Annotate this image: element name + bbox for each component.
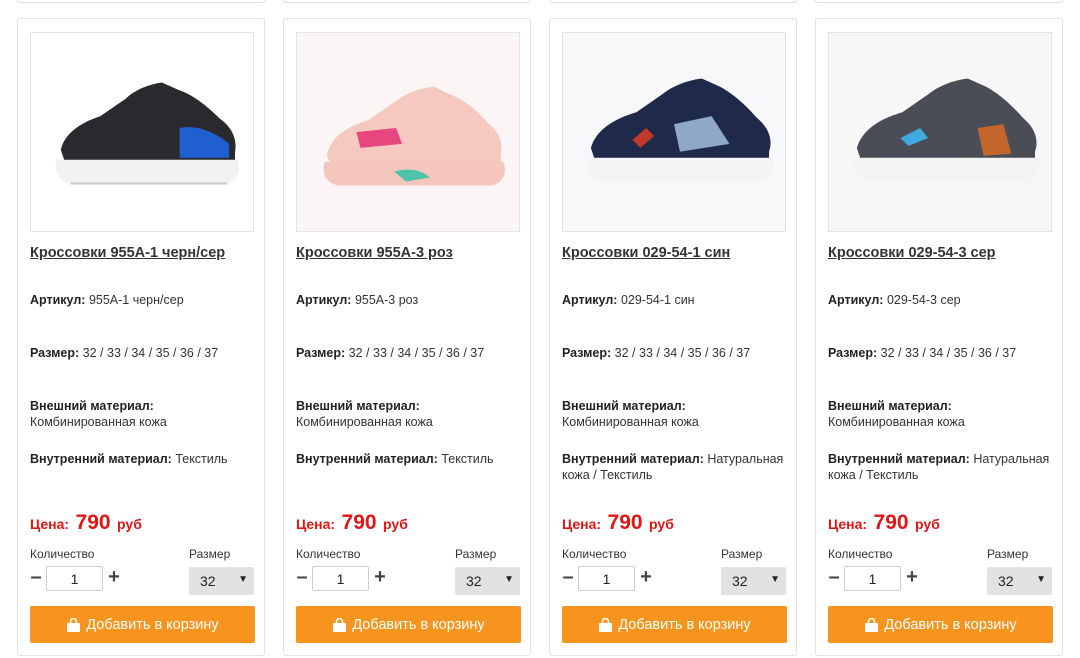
add-to-cart-label: Добавить в корзину: [86, 616, 219, 633]
caret-down-icon: ▼: [238, 574, 248, 585]
product-sizes: Размер: 32 / 33 / 34 / 35 / 36 / 37: [562, 346, 751, 360]
product-card: Кроссовки 029-54-3 сер Артикул: 029-54-3…: [815, 18, 1063, 656]
product-image[interactable]: [30, 32, 254, 232]
size-label: Размер: [455, 547, 497, 561]
product-sku: Артикул: 029-54-1 син: [562, 293, 695, 307]
previous-card-edge: [17, 0, 265, 3]
plus-icon[interactable]: +: [107, 567, 121, 587]
product-outer-material: Внешний материал: Комбинированная кожа: [562, 399, 699, 429]
size-select[interactable]: 32 ▼: [189, 567, 254, 595]
minus-icon[interactable]: –: [827, 567, 841, 587]
add-to-cart-button[interactable]: Добавить в корзину: [296, 606, 521, 643]
quantity-label: Количество: [296, 547, 361, 561]
size-label: Размер: [721, 547, 763, 561]
product-price: Цена: 790 руб: [562, 511, 674, 534]
quantity-label: Количество: [562, 547, 627, 561]
quantity-input[interactable]: [312, 566, 369, 591]
product-price: Цена: 790 руб: [828, 511, 940, 534]
shopping-bag-icon: [599, 617, 613, 632]
previous-card-edge: [549, 0, 797, 3]
product-sku: Артикул: 955A-1 черн/сер: [30, 293, 184, 307]
quantity-label: Количество: [30, 547, 95, 561]
product-inner-material: Внутренний материал: Текстиль: [296, 452, 494, 466]
size-select[interactable]: 32 ▼: [455, 567, 520, 595]
caret-down-icon: ▼: [770, 574, 780, 585]
product-card: Кроссовки 955A-1 черн/сер Артикул: 955A-…: [17, 18, 265, 656]
product-inner-material: Внутренний материал: Натуральная кожа / …: [562, 452, 784, 482]
size-select[interactable]: 32 ▼: [987, 567, 1052, 595]
shopping-bag-icon: [67, 617, 81, 632]
product-title[interactable]: Кроссовки 955A-1 черн/сер: [30, 245, 260, 261]
quantity-label: Количество: [828, 547, 893, 561]
previous-card-edge: [815, 0, 1063, 3]
product-outer-material: Внешний материал: Комбинированная кожа: [296, 399, 433, 429]
sneaker-image: [829, 33, 1051, 231]
product-sizes: Размер: 32 / 33 / 34 / 35 / 36 / 37: [296, 346, 485, 360]
product-image[interactable]: [296, 32, 520, 232]
quantity-input[interactable]: [578, 566, 635, 591]
minus-icon[interactable]: –: [29, 567, 43, 587]
product-image[interactable]: [562, 32, 786, 232]
size-select-value: 32: [732, 573, 748, 589]
add-to-cart-label: Добавить в корзину: [884, 616, 1017, 633]
product-title[interactable]: Кроссовки 029-54-3 сер: [828, 245, 1058, 261]
size-select[interactable]: 32 ▼: [721, 567, 786, 595]
product-sku: Артикул: 955A-3 роз: [296, 293, 419, 307]
add-to-cart-label: Добавить в корзину: [618, 616, 751, 633]
product-price: Цена: 790 руб: [30, 511, 142, 534]
add-to-cart-button[interactable]: Добавить в корзину: [562, 606, 787, 643]
product-outer-material: Внешний материал: Комбинированная кожа: [30, 399, 167, 429]
product-image[interactable]: [828, 32, 1052, 232]
plus-icon[interactable]: +: [905, 567, 919, 587]
sneaker-image: [563, 33, 785, 231]
plus-icon[interactable]: +: [639, 567, 653, 587]
shopping-bag-icon: [865, 617, 879, 632]
product-inner-material: Внутренний материал: Текстиль: [30, 452, 228, 466]
product-card: Кроссовки 029-54-1 син Артикул: 029-54-1…: [549, 18, 797, 656]
previous-card-edge: [283, 0, 531, 3]
product-sizes: Размер: 32 / 33 / 34 / 35 / 36 / 37: [828, 346, 1017, 360]
sneaker-image: [31, 33, 253, 231]
product-title[interactable]: Кроссовки 029-54-1 син: [562, 245, 792, 261]
product-card: Кроссовки 955A-3 роз Артикул: 955A-3 роз…: [283, 18, 531, 656]
size-select-value: 32: [466, 573, 482, 589]
quantity-input[interactable]: [844, 566, 901, 591]
product-price: Цена: 790 руб: [296, 511, 408, 534]
minus-icon[interactable]: –: [295, 567, 309, 587]
shopping-bag-icon: [333, 617, 347, 632]
add-to-cart-label: Добавить в корзину: [352, 616, 485, 633]
product-outer-material: Внешний материал: Комбинированная кожа: [828, 399, 965, 429]
plus-icon[interactable]: +: [373, 567, 387, 587]
add-to-cart-button[interactable]: Добавить в корзину: [828, 606, 1053, 643]
size-label: Размер: [987, 547, 1029, 561]
minus-icon[interactable]: –: [561, 567, 575, 587]
caret-down-icon: ▼: [504, 574, 514, 585]
caret-down-icon: ▼: [1036, 574, 1046, 585]
add-to-cart-button[interactable]: Добавить в корзину: [30, 606, 255, 643]
size-select-value: 32: [200, 573, 216, 589]
product-title[interactable]: Кроссовки 955A-3 роз: [296, 245, 526, 261]
size-label: Размер: [189, 547, 231, 561]
sneaker-image: [297, 33, 519, 231]
quantity-input[interactable]: [46, 566, 103, 591]
product-sku: Артикул: 029-54-3 сер: [828, 293, 961, 307]
product-inner-material: Внутренний материал: Натуральная кожа / …: [828, 452, 1050, 482]
product-sizes: Размер: 32 / 33 / 34 / 35 / 36 / 37: [30, 346, 219, 360]
size-select-value: 32: [998, 573, 1014, 589]
product-grid: Кроссовки 955A-1 черн/сер Артикул: 955A-…: [17, 18, 1067, 656]
